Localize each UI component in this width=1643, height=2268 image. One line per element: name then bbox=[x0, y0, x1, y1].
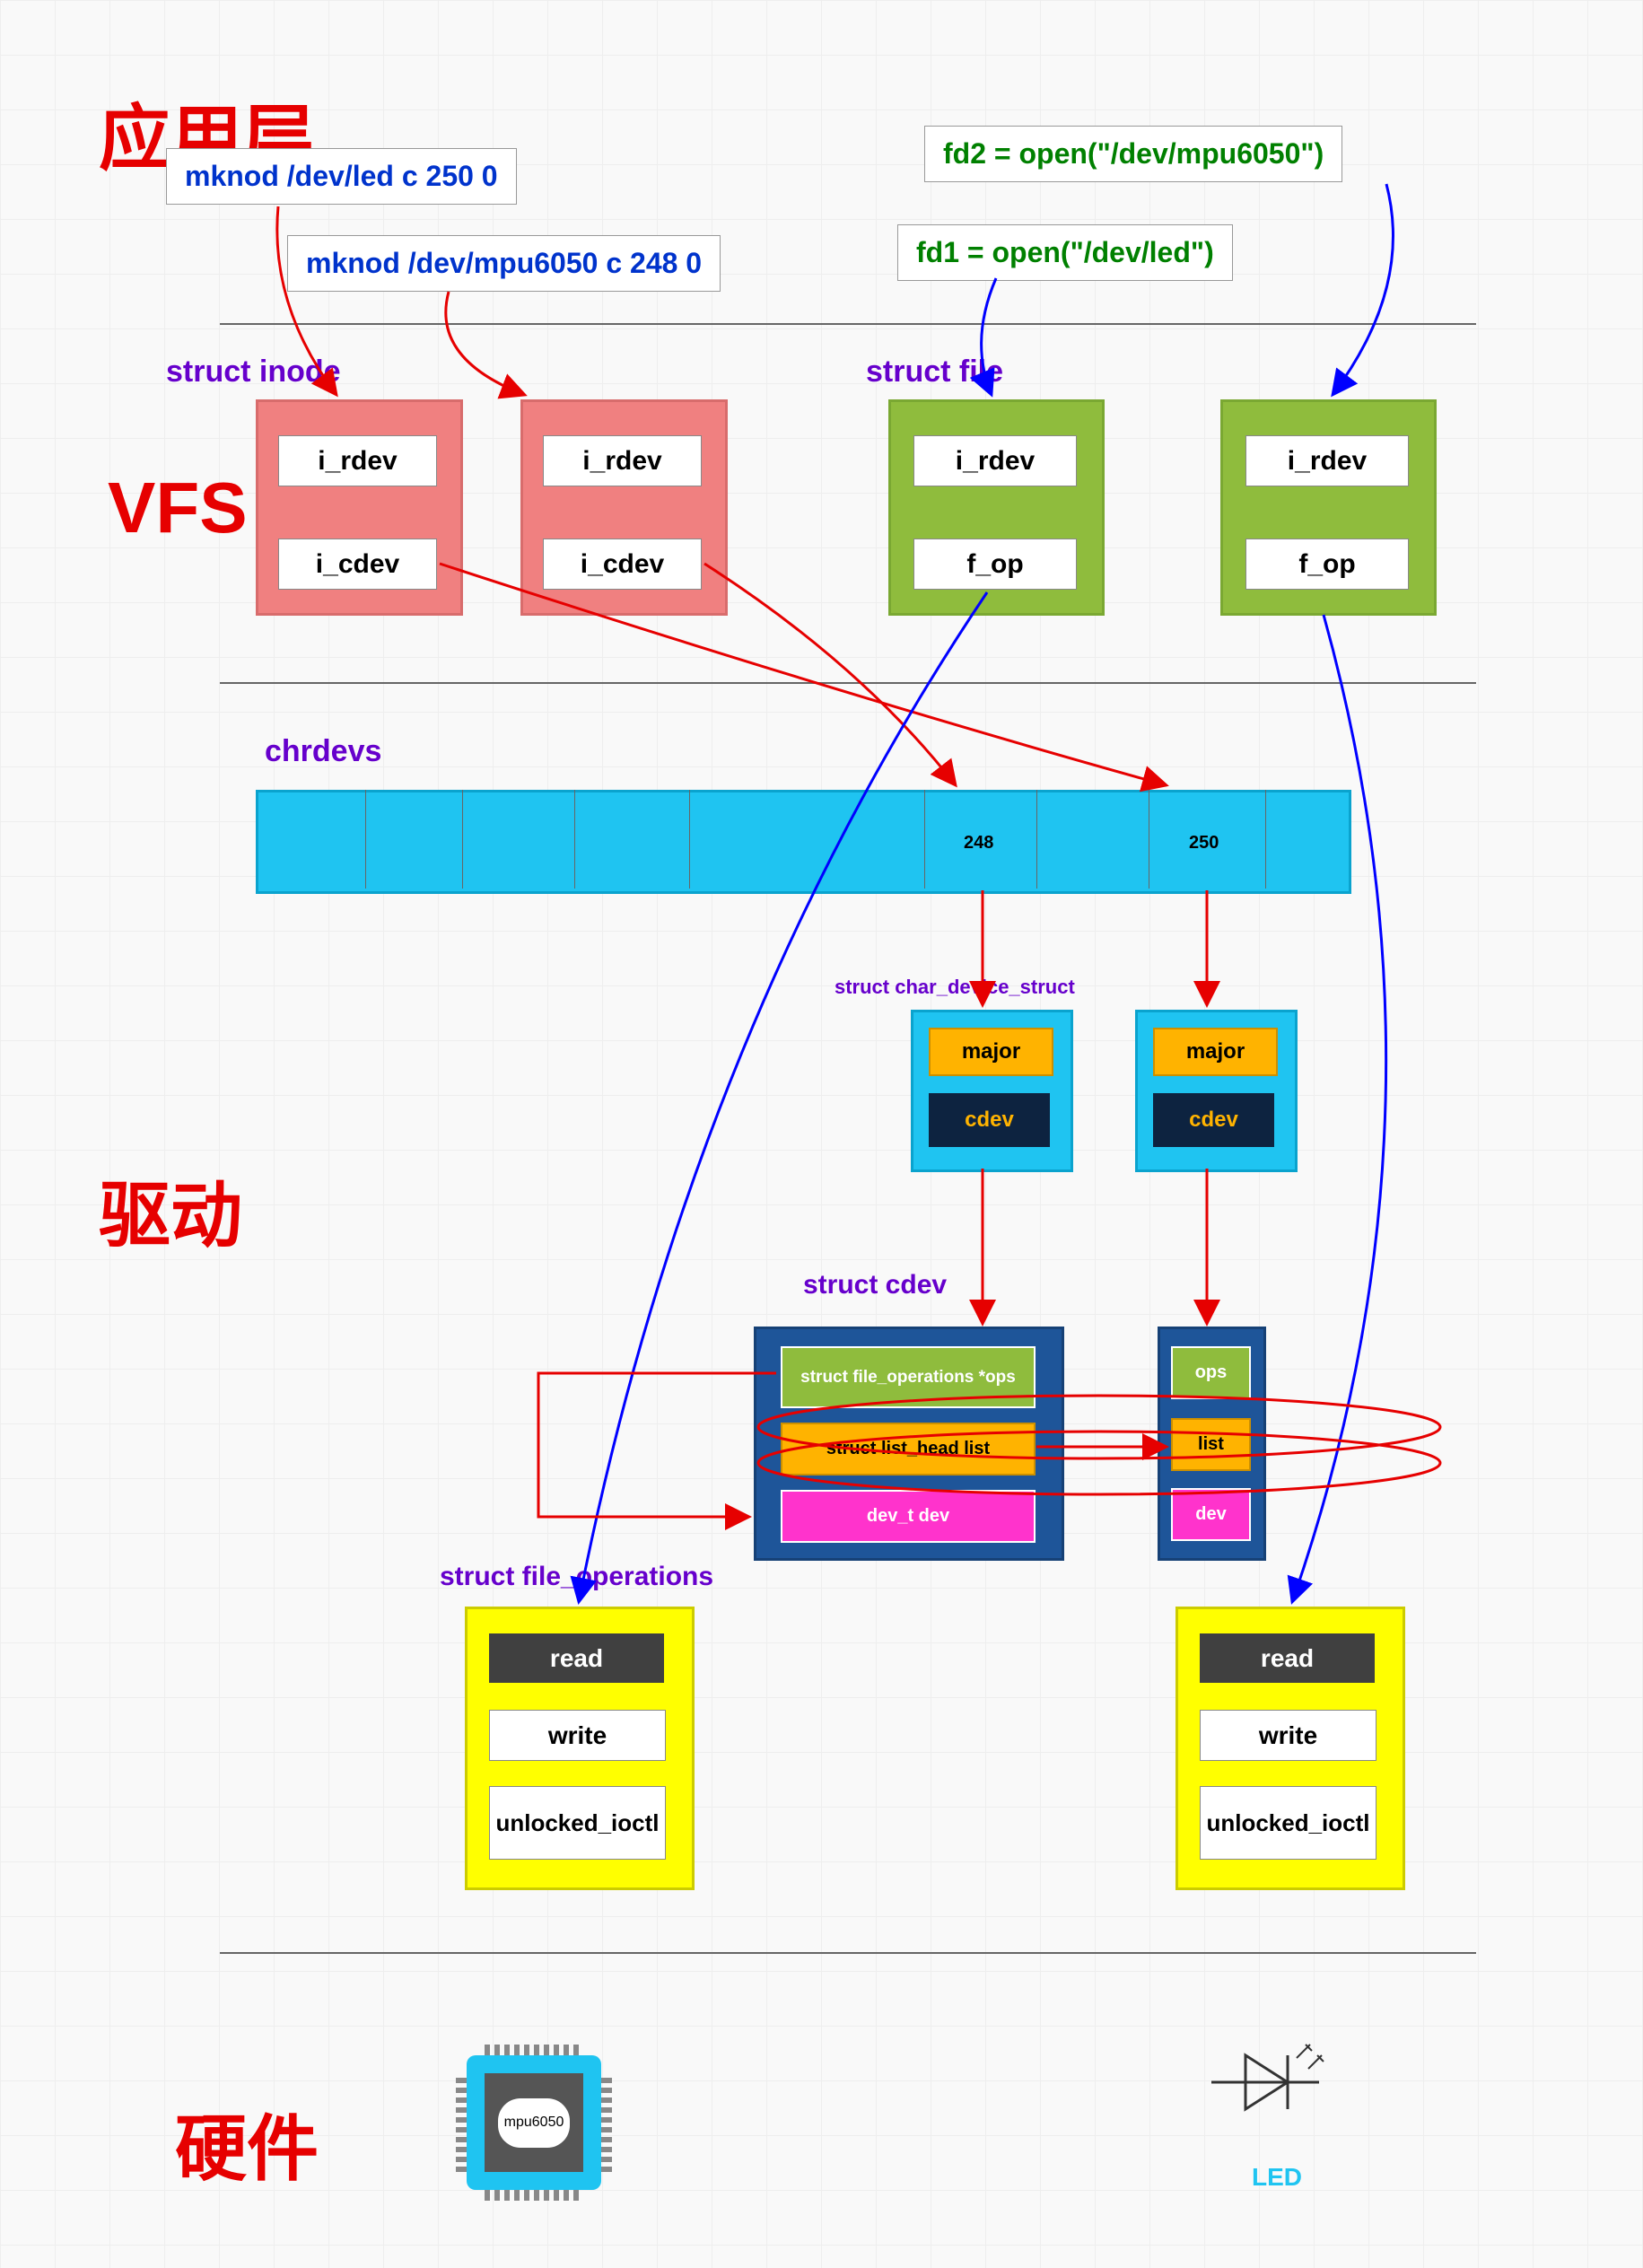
inode2-irdev: i_rdev bbox=[543, 435, 702, 486]
cdev2-ops: ops bbox=[1171, 1346, 1251, 1399]
file-label: struct file bbox=[866, 355, 1003, 390]
cds2-major: major bbox=[1153, 1028, 1278, 1076]
mknod-mpu-cmd: mknod /dev/mpu6050 c 248 0 bbox=[287, 235, 721, 292]
mknod-led-cmd: mknod /dev/led c 250 0 bbox=[166, 148, 517, 205]
chip-pins-bottom bbox=[485, 2190, 583, 2201]
array-div-4 bbox=[689, 790, 690, 889]
inode1-irdev: i_rdev bbox=[278, 435, 437, 486]
cdev1-ops: struct file_operations *ops bbox=[781, 1346, 1036, 1408]
file1-fop: f_op bbox=[913, 539, 1077, 590]
fops2-read: read bbox=[1200, 1633, 1375, 1683]
chrdevs-label: chrdevs bbox=[265, 734, 381, 769]
array-div-8 bbox=[1265, 790, 1266, 889]
vfs-title: VFS bbox=[108, 467, 248, 549]
cdev1-dev: dev_t dev bbox=[781, 1490, 1036, 1543]
fops1-ioctl: unlocked_ioctl bbox=[489, 1786, 666, 1860]
cdev1-list: struct list_head list bbox=[781, 1423, 1036, 1476]
chip-pins-top bbox=[485, 2045, 583, 2055]
led-label: LED bbox=[1252, 2163, 1302, 2192]
cell-250: 250 bbox=[1189, 833, 1219, 854]
cdev-label: struct cdev bbox=[803, 1270, 947, 1300]
mpu-chip-label: mpu6050 bbox=[498, 2098, 570, 2148]
cds1-cdev: cdev bbox=[929, 1093, 1050, 1147]
divider-2 bbox=[220, 682, 1476, 684]
cds2-cdev: cdev bbox=[1153, 1093, 1274, 1147]
arrows-layer bbox=[0, 0, 1643, 2268]
fops-label: struct file_operations bbox=[440, 1562, 713, 1592]
inode1-icdev: i_cdev bbox=[278, 539, 437, 590]
array-div-5 bbox=[924, 790, 925, 889]
fops2-ioctl: unlocked_ioctl bbox=[1200, 1786, 1376, 1860]
hw-title: 硬件 bbox=[175, 2091, 319, 2195]
chip-pins-left bbox=[456, 2073, 467, 2172]
cell-248: 248 bbox=[964, 833, 993, 854]
array-div-6 bbox=[1036, 790, 1037, 889]
divider-1 bbox=[220, 323, 1476, 325]
cds-label: struct char_device_struct bbox=[835, 976, 1075, 999]
open-led-cmd: fd1 = open("/dev/led") bbox=[897, 224, 1233, 281]
mpu-chip-inner: mpu6050 bbox=[485, 2073, 583, 2172]
array-div-1 bbox=[365, 790, 366, 889]
driver-title: 驱动 bbox=[99, 1158, 242, 1262]
file2-fop: f_op bbox=[1245, 539, 1409, 590]
fops2-write: write bbox=[1200, 1710, 1376, 1761]
chrdevs-array bbox=[256, 790, 1351, 894]
fops1-read: read bbox=[489, 1633, 664, 1683]
array-div-3 bbox=[574, 790, 575, 889]
open-mpu-cmd: fd2 = open("/dev/mpu6050") bbox=[924, 126, 1342, 182]
inode-label: struct inode bbox=[166, 355, 341, 390]
divider-3 bbox=[220, 1952, 1476, 1954]
cdev2-list: list bbox=[1171, 1418, 1251, 1471]
cdev2-dev: dev bbox=[1171, 1488, 1251, 1541]
cds1-major: major bbox=[929, 1028, 1053, 1076]
file1-irdev: i_rdev bbox=[913, 435, 1077, 486]
chip-pins-right bbox=[601, 2073, 612, 2172]
fops1-write: write bbox=[489, 1710, 666, 1761]
file2-irdev: i_rdev bbox=[1245, 435, 1409, 486]
array-div-2 bbox=[462, 790, 463, 889]
inode2-icdev: i_cdev bbox=[543, 539, 702, 590]
